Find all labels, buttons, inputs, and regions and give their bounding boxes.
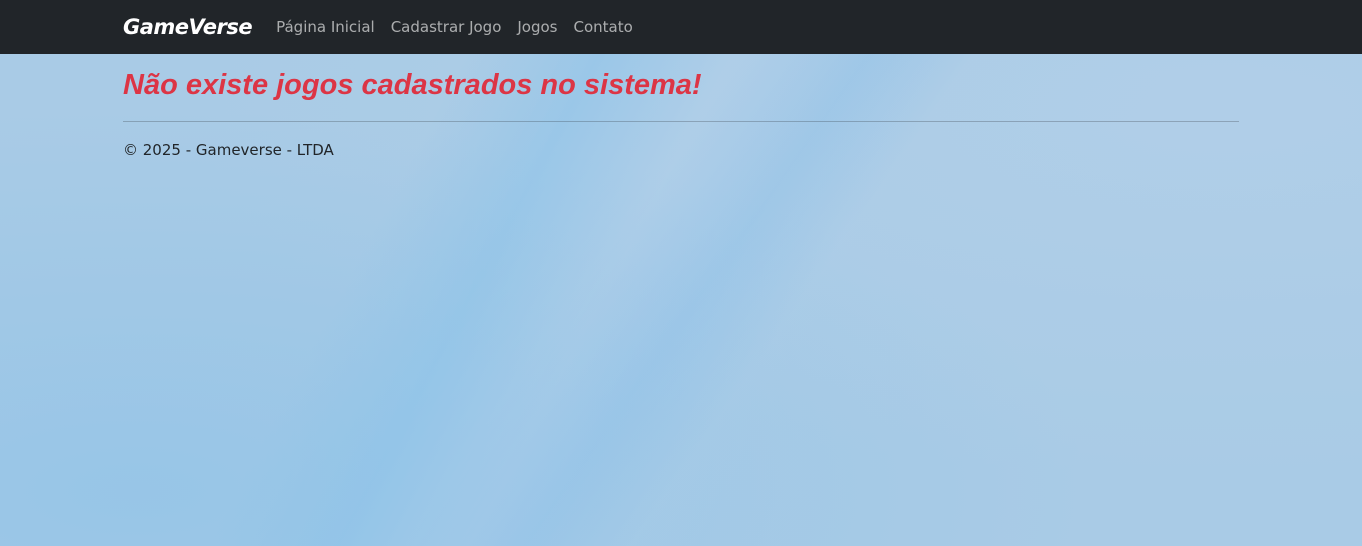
nav-link-games[interactable]: Jogos — [517, 18, 557, 36]
footer-divider — [123, 121, 1239, 122]
navbar-container: GameVerse Página Inicial Cadastrar Jogo … — [123, 0, 649, 54]
empty-games-message: Não existe jogos cadastrados no sistema! — [123, 69, 702, 101]
nav-link-home[interactable]: Página Inicial — [276, 18, 375, 36]
main-content: Não existe jogos cadastrados no sistema!… — [123, 62, 1239, 159]
footer-copyright: © 2025 - Gameverse - LTDA — [123, 141, 334, 159]
nav-link-contact[interactable]: Contato — [574, 18, 633, 36]
top-navbar: GameVerse Página Inicial Cadastrar Jogo … — [0, 0, 1362, 54]
nav-link-register-game[interactable]: Cadastrar Jogo — [391, 18, 502, 36]
brand-logo-link[interactable]: GameVerse — [123, 15, 253, 39]
